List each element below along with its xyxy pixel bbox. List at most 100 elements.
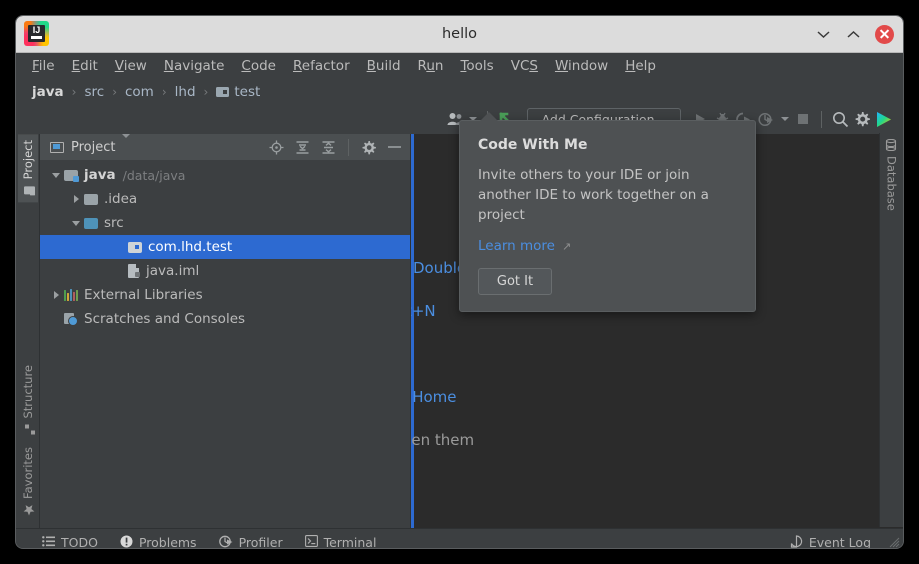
menu-window[interactable]: Window [548, 56, 615, 76]
breadcrumb-separator: › [71, 84, 77, 99]
popup-title: Code With Me [478, 137, 588, 153]
breadcrumb-separator: › [203, 84, 209, 99]
minimize-chevron-down-icon[interactable] [815, 26, 832, 43]
project-tree: java /data/java .idea src com.lhd.test j… [40, 160, 410, 528]
menu-code[interactable]: Code [234, 56, 283, 76]
collapse-all-icon[interactable] [319, 138, 338, 157]
structure-icon [22, 423, 35, 435]
run-dropdown-icon[interactable] [777, 108, 792, 130]
project-panel-title: Project [71, 139, 116, 155]
search-icon[interactable] [829, 108, 851, 130]
project-panel-header: Project [40, 133, 410, 160]
title-bar: IJ hello [16, 16, 903, 53]
bottom-tab-problems[interactable]: Problems [120, 535, 197, 548]
profile-icon[interactable] [755, 108, 777, 130]
resize-grip[interactable] [888, 533, 900, 548]
menu-bar: File Edit View Navigate Code Refactor Bu… [16, 53, 903, 79]
intellij-idea-logo-icon: IJ [24, 21, 49, 46]
sidebar-tab-project-label: Project [20, 140, 35, 180]
twisty-right-icon[interactable] [48, 291, 64, 299]
breadcrumb-item-4-container[interactable]: test [216, 84, 260, 100]
bottom-tab-profiler-label: Profiler [238, 535, 283, 548]
sidebar-tab-project[interactable]: Project [17, 134, 38, 203]
bottom-tab-problems-label: Problems [138, 535, 197, 548]
breadcrumb-item-1[interactable]: src [84, 84, 104, 100]
module-folder-icon [64, 169, 79, 182]
locate-icon[interactable] [267, 138, 286, 157]
tree-row[interactable]: java.iml [40, 259, 410, 283]
sidebar-tab-structure-label: Structure [20, 364, 35, 419]
bottom-tab-event-log[interactable]: Event Log [790, 534, 871, 549]
project-view-icon [50, 141, 64, 153]
twisty-down-icon[interactable] [68, 220, 84, 226]
menu-file[interactable]: File [25, 56, 62, 76]
breadcrumb-item-2[interactable]: com [125, 84, 154, 100]
got-it-button[interactable]: Got It [478, 268, 552, 295]
tree-label: src [104, 215, 124, 231]
bottom-tab-todo[interactable]: TODO [42, 535, 98, 548]
tree-row[interactable]: java /data/java [40, 163, 410, 187]
maximize-chevron-up-icon[interactable] [845, 26, 862, 43]
stop-square-icon[interactable] [792, 108, 814, 130]
editor-hint-key: Alt+Home [411, 387, 457, 406]
menu-navigate[interactable]: Navigate [157, 56, 232, 76]
tree-label: External Libraries [84, 287, 203, 303]
menu-help[interactable]: Help [618, 56, 663, 76]
twisty-down-icon[interactable] [48, 172, 64, 178]
folder-icon [84, 193, 98, 205]
menu-vcs[interactable]: VCS [504, 56, 545, 76]
project-view-dropdown-icon[interactable] [122, 133, 131, 157]
breadcrumb-item-0[interactable]: java [32, 84, 64, 100]
learn-more-label: Learn more [478, 238, 555, 254]
gear-icon[interactable] [359, 138, 378, 157]
event-log-icon [790, 534, 803, 549]
menu-edit[interactable]: Edit [65, 56, 105, 76]
tree-row[interactable]: src [40, 211, 410, 235]
sidebar-tab-favorites-label: Favorites [20, 447, 35, 499]
sidebar-tab-favorites[interactable]: Favorites [18, 441, 38, 522]
breadcrumb-separator: › [161, 84, 167, 99]
package-icon [128, 241, 142, 253]
close-icon[interactable] [875, 24, 894, 44]
tree-label: com.lhd.test [148, 239, 233, 255]
twisty-right-icon[interactable] [68, 195, 84, 203]
todo-list-icon [42, 535, 55, 548]
project-folder-icon [22, 184, 35, 196]
window-title: hello [441, 26, 478, 42]
sidebar-tab-structure[interactable]: Structure [18, 359, 38, 442]
left-tool-window-strip: Project Structure Favorites [16, 134, 40, 528]
sidebar-tab-database[interactable]: Database [882, 133, 902, 217]
project-tool-window: Project java /data/java .idea src com.lh… [40, 133, 411, 528]
editor-hint-row: Recent Files Ctrl+E [411, 332, 728, 375]
profiler-icon [218, 535, 233, 549]
tree-row[interactable]: .idea [40, 187, 410, 211]
bottom-tab-profiler[interactable]: Profiler [218, 535, 283, 549]
breadcrumb-separator: › [112, 84, 117, 99]
menu-refactor[interactable]: Refactor [286, 56, 357, 76]
right-tool-window-strip: Database [879, 133, 903, 527]
tree-row[interactable]: External Libraries [40, 283, 410, 307]
editor-hint-key: Ctrl+Shift+N [411, 301, 436, 320]
tree-path: /data/java [122, 167, 186, 183]
menu-view[interactable]: View [108, 56, 154, 76]
bottom-tab-terminal[interactable]: Terminal [304, 535, 376, 548]
menu-tools[interactable]: Tools [453, 56, 500, 76]
tree-row[interactable]: Scratches and Consoles [40, 307, 410, 331]
tree-label: .idea [104, 191, 138, 207]
expand-all-icon[interactable] [293, 138, 312, 157]
tree-row[interactable]: com.lhd.test [40, 235, 410, 259]
menu-run[interactable]: Run [411, 56, 451, 76]
sidebar-tab-database-label: Database [884, 156, 899, 211]
learn-more-link[interactable]: Learn more ↗ [478, 238, 737, 254]
breadcrumb-item-4: test [234, 83, 261, 100]
breadcrumb-item-3[interactable]: lhd [175, 84, 196, 100]
gear-icon[interactable] [851, 108, 873, 130]
bottom-tab-todo-label: TODO [61, 535, 98, 548]
colored-play-icon[interactable] [873, 108, 895, 130]
editor-hint-row: Navigation Bar Alt+Home [411, 375, 728, 418]
intellij-main-window: IJ hello File Edit View Navigate Code Re… [16, 16, 903, 548]
code-with-me-popup: Code With Me Invite others to your IDE o… [459, 112, 756, 312]
menu-build[interactable]: Build [360, 56, 408, 76]
hide-panel-icon[interactable] [385, 138, 404, 157]
editor-hint-row: Drop files here to open them [411, 418, 728, 461]
